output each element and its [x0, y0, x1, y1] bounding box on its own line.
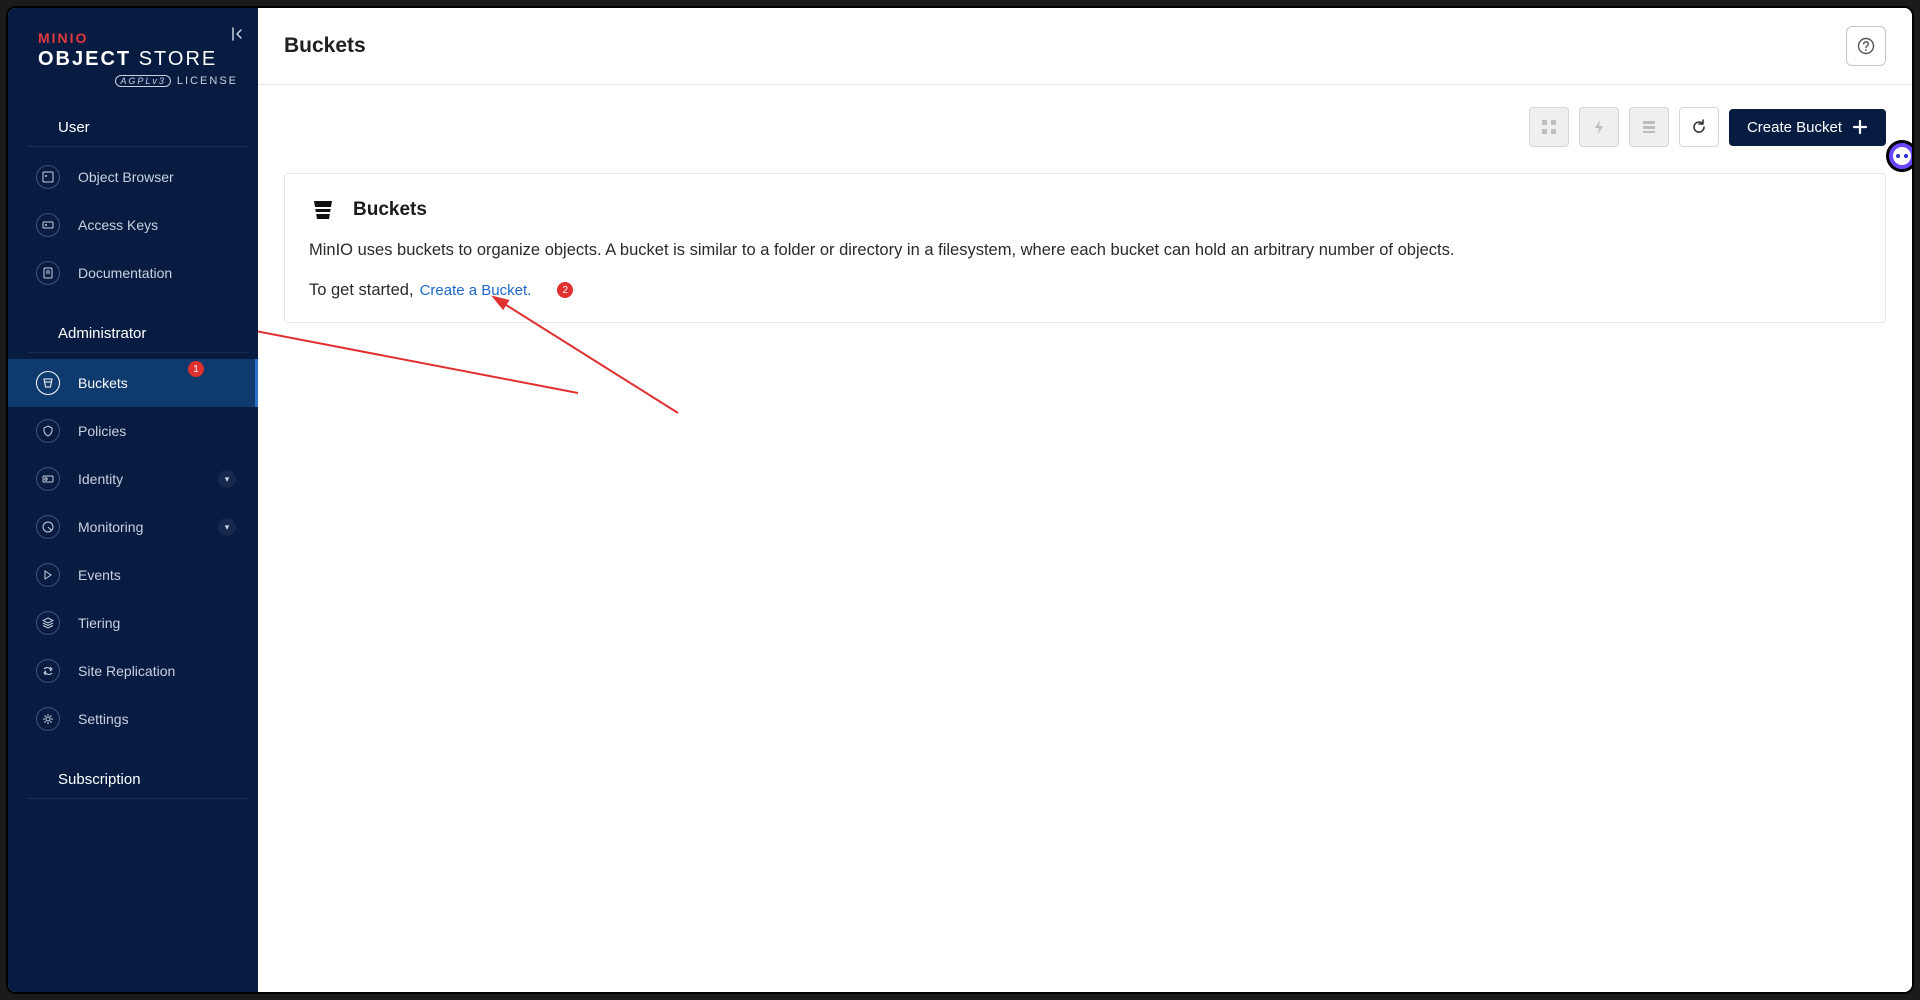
- sidebar-item-label: Settings: [78, 711, 129, 727]
- sidebar-section-user: User Object Browser Access Keys Document…: [8, 97, 258, 303]
- sidebar-item-label: Buckets: [78, 375, 128, 391]
- sidebar-item-label: Access Keys: [78, 217, 158, 233]
- refresh-icon: [1690, 118, 1708, 136]
- help-icon: [1857, 37, 1875, 55]
- bucket-large-icon: [309, 196, 337, 224]
- lifecycle-button: [1579, 107, 1619, 147]
- create-bucket-button[interactable]: Create Bucket: [1729, 109, 1886, 146]
- annotation-badge-1: 1: [188, 361, 204, 377]
- chevron-down-icon: ▾: [218, 470, 236, 488]
- collapse-sidebar-button[interactable]: [224, 22, 248, 46]
- sidebar-item-label: Monitoring: [78, 519, 143, 535]
- events-icon: [36, 563, 60, 587]
- section-header-user: User: [28, 103, 248, 147]
- lightning-icon: [1590, 118, 1608, 136]
- content: Buckets MinIO uses buckets to organize o…: [258, 153, 1912, 343]
- tiering-icon: [36, 611, 60, 635]
- documentation-icon: [36, 261, 60, 285]
- sidebar-item-identity[interactable]: Identity ▾: [8, 455, 258, 503]
- sidebar-item-object-browser[interactable]: Object Browser: [8, 153, 258, 201]
- cta-prefix: To get started,: [309, 281, 414, 300]
- grid-view-button: [1529, 107, 1569, 147]
- stack-icon: [1640, 118, 1658, 136]
- info-card-body: MinIO uses buckets to organize objects. …: [309, 238, 1861, 263]
- sidebar-item-label: Documentation: [78, 265, 172, 281]
- site-replication-icon: [36, 659, 60, 683]
- sidebar-item-site-replication[interactable]: Site Replication: [8, 647, 258, 695]
- topbar: Buckets: [258, 8, 1912, 85]
- section-header-subscription: Subscription: [28, 755, 248, 799]
- sidebar: MINIO OBJECT STORE AGPLv3LICENSE User Ob…: [8, 8, 258, 992]
- replication-button: [1629, 107, 1669, 147]
- assistant-face-icon: [1893, 147, 1911, 165]
- logo-brand: MINIO: [38, 30, 238, 46]
- sidebar-item-buckets[interactable]: Buckets 1: [8, 359, 258, 407]
- sidebar-item-policies[interactable]: Policies: [8, 407, 258, 455]
- sidebar-section-admin: Administrator Buckets 1 Policies Identit…: [8, 303, 258, 749]
- plus-icon: [1852, 119, 1868, 135]
- sidebar-item-label: Object Browser: [78, 169, 174, 185]
- sidebar-item-label: Site Replication: [78, 663, 175, 679]
- logo-license: AGPLv3LICENSE: [38, 75, 238, 87]
- create-bucket-label: Create Bucket: [1747, 119, 1842, 136]
- sidebar-item-label: Policies: [78, 423, 126, 439]
- bucket-icon: [36, 371, 60, 395]
- info-card-header: Buckets: [309, 196, 1861, 224]
- info-card-cta: To get started, Create a Bucket. 2: [309, 281, 1861, 300]
- logo: MINIO OBJECT STORE AGPLv3LICENSE: [8, 8, 258, 97]
- help-button[interactable]: [1846, 26, 1886, 66]
- annotation-badge-2: 2: [557, 282, 573, 298]
- sidebar-item-label: Tiering: [78, 615, 120, 631]
- sidebar-section-subscription: Subscription: [8, 749, 258, 811]
- sidebar-item-tiering[interactable]: Tiering: [8, 599, 258, 647]
- sidebar-item-label: Events: [78, 567, 121, 583]
- object-browser-icon: [36, 165, 60, 189]
- settings-icon: [36, 707, 60, 731]
- create-bucket-link[interactable]: Create a Bucket.: [420, 282, 532, 299]
- sidebar-item-settings[interactable]: Settings: [8, 695, 258, 743]
- main: Buckets Create Bucket: [258, 8, 1912, 992]
- sidebar-item-events[interactable]: Events: [8, 551, 258, 599]
- section-header-admin: Administrator: [28, 309, 248, 353]
- sidebar-item-access-keys[interactable]: Access Keys: [8, 201, 258, 249]
- sidebar-item-monitoring[interactable]: Monitoring ▾: [8, 503, 258, 551]
- monitoring-icon: [36, 515, 60, 539]
- chevron-down-icon: ▾: [218, 518, 236, 536]
- logo-title: OBJECT STORE: [38, 48, 238, 71]
- sidebar-item-label: Identity: [78, 471, 123, 487]
- sidebar-item-documentation[interactable]: Documentation: [8, 249, 258, 297]
- info-card-title: Buckets: [353, 199, 427, 221]
- identity-icon: [36, 467, 60, 491]
- page-title: Buckets: [284, 34, 366, 58]
- assistant-bubble[interactable]: [1886, 140, 1912, 172]
- info-card: Buckets MinIO uses buckets to organize o…: [284, 173, 1886, 323]
- grid-icon: [1540, 118, 1558, 136]
- policies-icon: [36, 419, 60, 443]
- refresh-button[interactable]: [1679, 107, 1719, 147]
- app-frame: MINIO OBJECT STORE AGPLv3LICENSE User Ob…: [6, 6, 1914, 994]
- collapse-icon: [228, 26, 244, 42]
- toolbar: Create Bucket: [258, 85, 1912, 153]
- access-keys-icon: [36, 213, 60, 237]
